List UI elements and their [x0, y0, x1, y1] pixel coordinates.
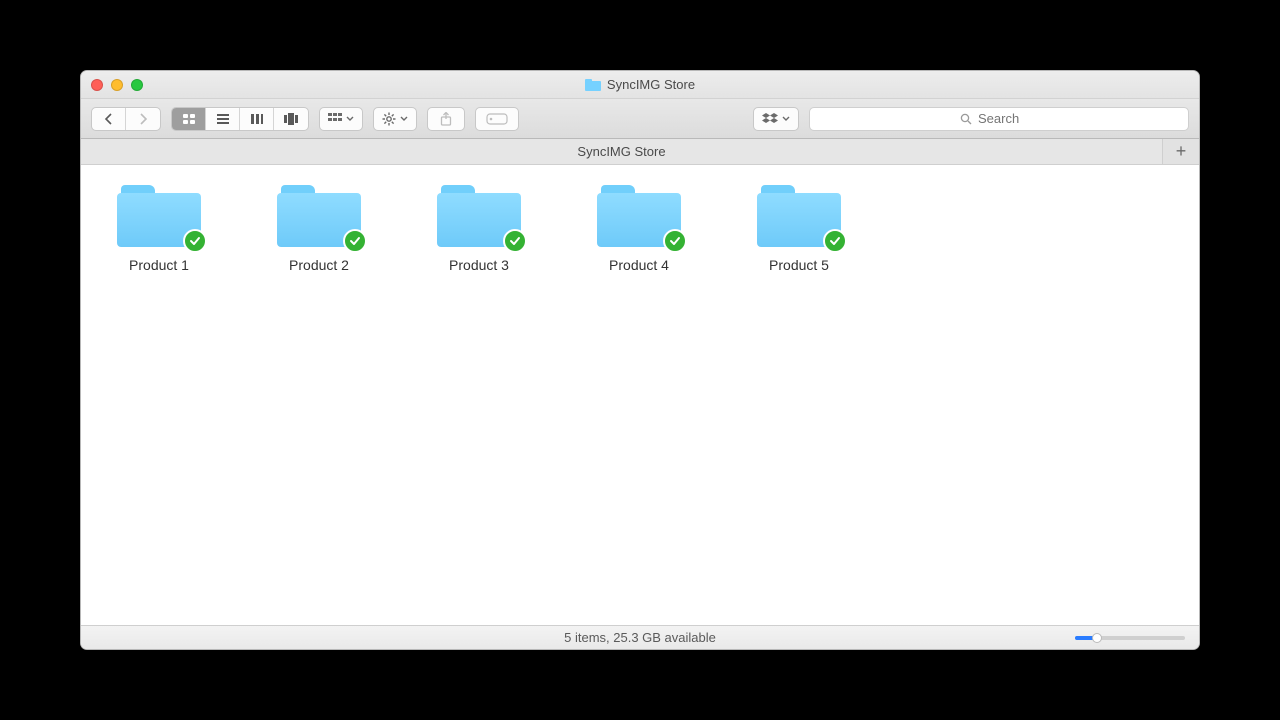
sync-badge-icon — [503, 229, 527, 253]
finder-window: SyncIMG Store — [80, 70, 1200, 650]
folder-item[interactable]: Product 3 — [429, 185, 529, 273]
folder-icon — [597, 185, 681, 247]
action-button[interactable] — [373, 107, 417, 131]
close-button[interactable] — [91, 79, 103, 91]
folder-label: Product 1 — [129, 257, 189, 273]
folder-icon — [437, 185, 521, 247]
tab-syncimg-store[interactable]: SyncIMG Store — [81, 139, 1163, 164]
folder-icon — [277, 185, 361, 247]
folder-icon — [757, 185, 841, 247]
tabbar: SyncIMG Store + — [81, 139, 1199, 165]
folder-item[interactable]: Product 5 — [749, 185, 849, 273]
folder-label: Product 2 — [289, 257, 349, 273]
share-button[interactable] — [427, 107, 465, 131]
view-mode-buttons — [171, 107, 309, 131]
plus-icon: + — [1176, 141, 1187, 162]
folder-label: Product 4 — [609, 257, 669, 273]
slider-knob[interactable] — [1092, 633, 1102, 643]
file-grid[interactable]: Product 1 Product 2 Product 3 — [81, 165, 1199, 625]
folder-icon — [117, 185, 201, 247]
status-text: 5 items, 25.3 GB available — [81, 630, 1199, 645]
chevron-down-icon — [346, 116, 354, 122]
sync-badge-icon — [663, 229, 687, 253]
folder-icon — [585, 79, 601, 91]
window-title: SyncIMG Store — [81, 77, 1199, 92]
share-icon — [440, 112, 452, 126]
statusbar: 5 items, 25.3 GB available — [81, 625, 1199, 649]
new-tab-button[interactable]: + — [1163, 139, 1199, 164]
tags-button[interactable] — [475, 107, 519, 131]
forward-button[interactable] — [126, 108, 160, 130]
chevron-down-icon — [400, 116, 408, 122]
folder-item[interactable]: Product 4 — [589, 185, 689, 273]
toolbar — [81, 99, 1199, 139]
folder-item[interactable]: Product 2 — [269, 185, 369, 273]
tag-icon — [486, 113, 508, 125]
gear-icon — [382, 112, 396, 126]
nav-buttons — [91, 107, 161, 131]
folder-label: Product 5 — [769, 257, 829, 273]
zoom-button[interactable] — [131, 79, 143, 91]
minimize-button[interactable] — [111, 79, 123, 91]
tab-label: SyncIMG Store — [577, 144, 665, 159]
chevron-down-icon — [782, 116, 790, 122]
icon-size-slider[interactable] — [1075, 636, 1185, 640]
dropbox-icon — [762, 113, 778, 125]
window-title-text: SyncIMG Store — [607, 77, 695, 92]
icon-view-button[interactable] — [172, 108, 206, 130]
sync-badge-icon — [823, 229, 847, 253]
titlebar: SyncIMG Store — [81, 71, 1199, 99]
sync-badge-icon — [343, 229, 367, 253]
dropbox-button[interactable] — [753, 107, 799, 131]
list-view-button[interactable] — [206, 108, 240, 130]
column-view-button[interactable] — [240, 108, 274, 130]
back-button[interactable] — [92, 108, 126, 130]
traffic-lights — [81, 79, 143, 91]
folder-label: Product 3 — [449, 257, 509, 273]
arrange-button[interactable] — [319, 107, 363, 131]
search-field[interactable] — [809, 107, 1189, 131]
search-icon — [960, 113, 972, 125]
coverflow-view-button[interactable] — [274, 108, 308, 130]
sync-badge-icon — [183, 229, 207, 253]
folder-item[interactable]: Product 1 — [109, 185, 209, 273]
search-input[interactable] — [978, 111, 1038, 126]
